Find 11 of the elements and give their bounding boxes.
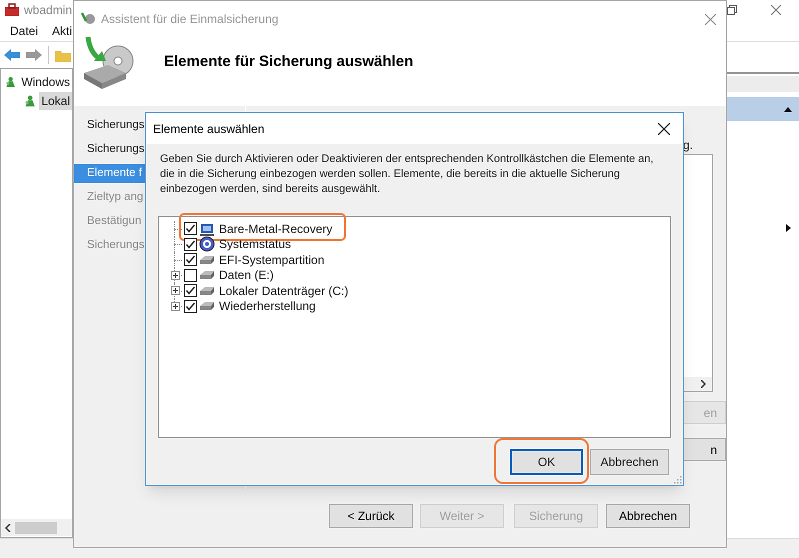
instruction-text: Geben Sie durch Aktivieren oder Deaktivieren der entsprechenden Kontrollkästchen die Elemente an, die in die Sicherung einbezogen werden sollen. Elemente, die bereits in die aktuelle Sicherung einbezogen werden, sind bereits ausgewählt. bbox=[159, 152, 654, 197]
wizard-step: Sicherungs bbox=[74, 116, 145, 135]
window-title: wbadmin bbox=[24, 2, 72, 19]
wizard-step: Bestätigun bbox=[74, 212, 145, 231]
wizard-step: Sicherungs bbox=[74, 140, 145, 159]
wizard-step: Sicherungs bbox=[74, 236, 145, 255]
page-heading: Elemente für Sicherung auswählen bbox=[164, 52, 414, 72]
dialog-title: Elemente auswählen bbox=[153, 120, 264, 138]
window-title: Assistent für die Einmalsicherung bbox=[101, 11, 278, 28]
wizard-step: Zieltyp ang bbox=[74, 188, 145, 207]
wizard-step: Elemente f bbox=[74, 164, 145, 183]
